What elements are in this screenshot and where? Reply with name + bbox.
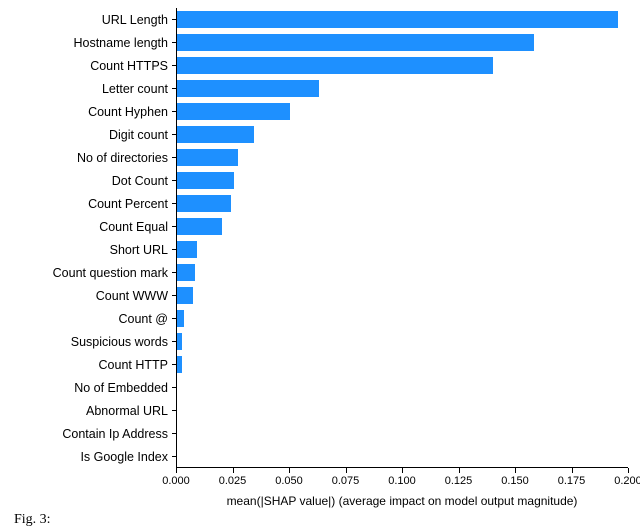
bar-row [177, 330, 628, 353]
y-axis-label: Digit count [0, 127, 168, 143]
x-axis-title: mean(|SHAP value|) (average impact on mo… [176, 494, 628, 508]
bar-row [177, 261, 628, 284]
bar-row [177, 353, 628, 376]
plot-area [176, 8, 628, 468]
x-tick [628, 468, 629, 473]
x-tick [459, 468, 460, 473]
y-axis-label: URL Length [0, 12, 168, 28]
bar-row [177, 123, 628, 146]
y-axis-label: Abnormal URL [0, 403, 168, 419]
bar-row [177, 422, 628, 445]
y-axis-label: Hostname length [0, 35, 168, 51]
y-axis-label: Is Google Index [0, 449, 168, 465]
y-axis-label: Short URL [0, 242, 168, 258]
y-axis-label: Count Hyphen [0, 104, 168, 120]
bar [177, 310, 184, 326]
bar-row [177, 192, 628, 215]
bar-row [177, 215, 628, 238]
bar [177, 11, 618, 27]
bar-row [177, 376, 628, 399]
bar-row [177, 445, 628, 468]
x-tick [289, 468, 290, 473]
x-axis-tick-label: 0.200 [614, 475, 640, 487]
x-tick [402, 468, 403, 473]
bar-row [177, 399, 628, 422]
bar-row [177, 169, 628, 192]
x-axis-tick-label: 0.000 [162, 475, 190, 487]
y-axis-label: Count HTTP [0, 357, 168, 373]
caption-prefix: Fig. 3: [14, 512, 51, 527]
bar [177, 172, 234, 188]
bar-row [177, 77, 628, 100]
bar-row [177, 31, 628, 54]
y-axis-label: Count HTTPS [0, 58, 168, 74]
x-axis-tick-label: 0.150 [501, 475, 529, 487]
bar-row [177, 307, 628, 330]
y-axis-label: No of directories [0, 150, 168, 166]
x-axis-tick-label: 0.175 [558, 475, 586, 487]
bar [177, 333, 182, 349]
bar-row [177, 238, 628, 261]
y-axis-label: Contain Ip Address [0, 426, 168, 442]
bar [177, 241, 197, 257]
x-tick [176, 468, 177, 473]
bar [177, 126, 254, 142]
x-axis-tick-label: 0.025 [219, 475, 247, 487]
x-axis-tick-label: 0.125 [445, 475, 473, 487]
x-axis-tick-label: 0.075 [332, 475, 360, 487]
bar [177, 356, 182, 372]
bar [177, 57, 493, 73]
y-axis-label: Count Equal [0, 219, 168, 235]
x-axis-tick-label: 0.100 [388, 475, 416, 487]
y-axis-label: Count Percent [0, 196, 168, 212]
bar [177, 80, 319, 96]
bar-row [177, 146, 628, 169]
bar [177, 34, 534, 50]
bar-row [177, 54, 628, 77]
bar [177, 103, 290, 119]
y-axis-label: Count WWW [0, 288, 168, 304]
bar [177, 149, 238, 165]
y-axis-label: Count @ [0, 311, 168, 327]
bar-row [177, 284, 628, 307]
x-tick [346, 468, 347, 473]
y-axis-label: Dot Count [0, 173, 168, 189]
x-tick [515, 468, 516, 473]
shap-feature-importance-chart: 0.000 0.025 0.050 0.075 0.100 0.125 0.150 0.175… [0, 8, 640, 498]
bar-row [177, 8, 628, 31]
x-axis-tick-label: 0.050 [275, 475, 303, 487]
bar [177, 264, 195, 280]
y-axis-label: Count question mark [0, 265, 168, 281]
bar [177, 218, 222, 234]
figure-caption: Fig. 3: [14, 512, 51, 528]
x-tick [233, 468, 234, 473]
bar-row [177, 100, 628, 123]
y-axis-label: Letter count [0, 81, 168, 97]
y-axis-label: Suspicious words [0, 334, 168, 350]
bar [177, 287, 193, 303]
bar [177, 195, 231, 211]
y-axis-label: No of Embedded [0, 380, 168, 396]
x-tick [572, 468, 573, 473]
